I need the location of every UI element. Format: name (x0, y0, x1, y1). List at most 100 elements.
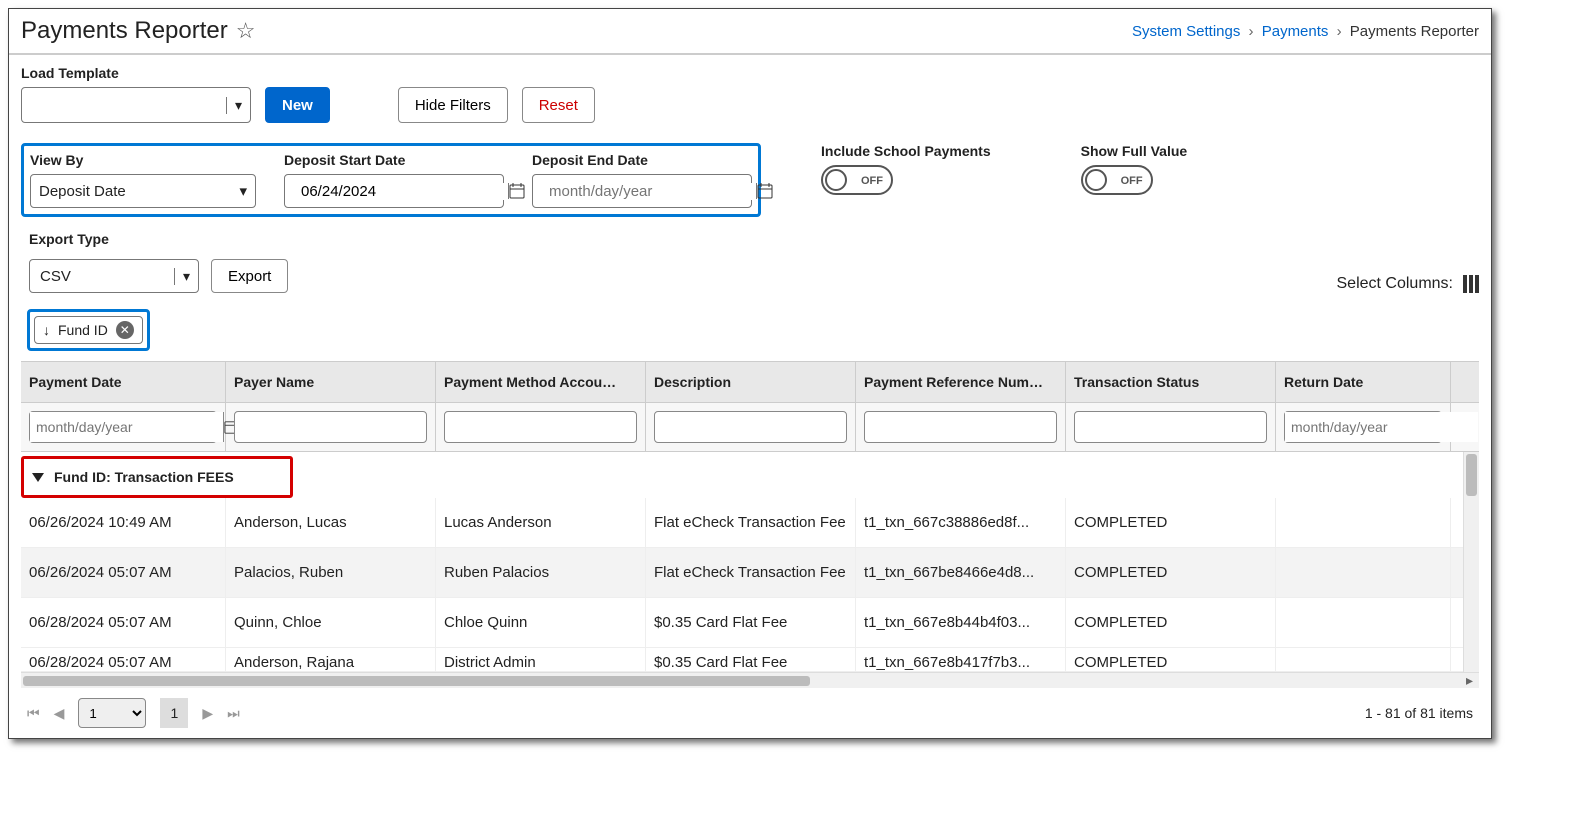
scroll-right-icon[interactable]: ▸ (1460, 672, 1479, 689)
view-by-value: Deposit Date (39, 183, 126, 200)
col-payer-name[interactable]: Payer Name (226, 362, 436, 402)
group-chip-label: Fund ID (58, 322, 108, 338)
filter-transaction-status[interactable] (1074, 411, 1267, 443)
deposit-end-date-input[interactable] (532, 174, 752, 208)
table-cell: District Admin (436, 648, 646, 671)
vertical-scrollbar[interactable] (1463, 452, 1479, 672)
filter-payer-name[interactable] (234, 411, 427, 443)
breadcrumb-payments[interactable]: Payments (1262, 23, 1329, 40)
export-button[interactable]: Export (211, 259, 288, 293)
table-row[interactable]: 06/28/2024 05:07 AMAnderson, RajanaDistr… (21, 648, 1479, 672)
filter-payment-date-input[interactable] (30, 412, 223, 442)
grid-filter-row (21, 403, 1479, 452)
columns-icon[interactable] (1463, 275, 1479, 293)
pager-next-icon[interactable]: ▶ (202, 705, 213, 722)
col-payment-reference-number[interactable]: Payment Reference Num… (856, 362, 1066, 402)
calendar-icon[interactable] (756, 183, 773, 199)
export-type-select[interactable]: CSV ▾ (29, 259, 199, 293)
show-full-value-label: Show Full Value (1081, 143, 1188, 159)
select-columns-label: Select Columns: (1337, 275, 1454, 293)
caret-down-icon: ▾ (174, 268, 198, 285)
deposit-start-date-value[interactable] (293, 183, 508, 200)
caret-down-icon: ▾ (226, 97, 250, 114)
view-by-select[interactable]: Deposit Date ▾ (30, 174, 256, 208)
table-row[interactable]: 06/28/2024 05:07 AMQuinn, ChloeChloe Qui… (21, 598, 1479, 648)
filter-payment-method-account[interactable] (444, 411, 637, 443)
toggle-value: OFF (861, 175, 883, 187)
date-filter-highlight: View By Deposit Date ▾ Deposit Start Dat… (21, 143, 761, 217)
show-full-value-toggle[interactable]: OFF (1081, 165, 1153, 195)
table-cell: 06/28/2024 05:07 AM (21, 598, 226, 647)
breadcrumb-current: Payments Reporter (1350, 23, 1479, 40)
col-transaction-status[interactable]: Transaction Status (1066, 362, 1276, 402)
pager-page-select[interactable]: 1 (78, 698, 146, 728)
sort-down-icon: ↓ (43, 322, 50, 338)
table-cell (1276, 548, 1451, 597)
table-cell: Quinn, Chloe (226, 598, 436, 647)
table-cell (1276, 498, 1451, 547)
group-header-row[interactable]: Fund ID: Transaction FEES (21, 456, 293, 498)
include-school-label: Include School Payments (821, 143, 991, 159)
table-cell: Chloe Quinn (436, 598, 646, 647)
hide-filters-button[interactable]: Hide Filters (398, 87, 508, 123)
table-cell: t1_txn_667be8466e4d8... (856, 548, 1066, 597)
table-cell: 06/28/2024 05:07 AM (21, 648, 226, 671)
filter-description[interactable] (654, 411, 847, 443)
table-cell: $0.35 Card Flat Fee (646, 648, 856, 671)
deposit-end-label: Deposit End Date (532, 152, 752, 168)
table-cell: $0.35 Card Flat Fee (646, 598, 856, 647)
collapse-icon[interactable] (32, 473, 44, 482)
table-cell: Palacios, Ruben (226, 548, 436, 597)
breadcrumb-system-settings[interactable]: System Settings (1132, 23, 1240, 40)
table-cell: Ruben Palacios (436, 548, 646, 597)
filter-return-date[interactable] (1284, 411, 1442, 443)
col-payment-date[interactable]: Payment Date (21, 362, 226, 402)
load-template-label: Load Template (21, 65, 1479, 81)
toggle-value: OFF (1121, 175, 1143, 187)
caret-down-icon: ▾ (239, 182, 247, 200)
table-cell: COMPLETED (1066, 598, 1276, 647)
pager-last-icon[interactable]: ⏭ (227, 705, 240, 722)
table-cell: t1_txn_667e8b417f7b3... (856, 648, 1066, 671)
filter-payment-date[interactable] (29, 411, 217, 443)
table-cell: 06/26/2024 10:49 AM (21, 498, 226, 547)
chevron-right-icon: › (1337, 23, 1342, 40)
col-payment-method-account[interactable]: Payment Method Accou… (436, 362, 646, 402)
table-cell: COMPLETED (1066, 548, 1276, 597)
new-button[interactable]: New (265, 87, 330, 123)
group-chip-highlight: ↓ Fund ID ✕ (27, 309, 150, 351)
group-header-label: Fund ID: Transaction FEES (54, 469, 234, 485)
favorite-star-icon[interactable]: ☆ (236, 18, 256, 44)
filter-payment-reference[interactable] (864, 411, 1057, 443)
table-row[interactable]: 06/26/2024 05:07 AMPalacios, RubenRuben … (21, 548, 1479, 598)
page-title: Payments Reporter (21, 17, 228, 45)
deposit-start-label: Deposit Start Date (284, 152, 504, 168)
include-school-toggle[interactable]: OFF (821, 165, 893, 195)
pager-first-icon[interactable]: ⏮ (27, 705, 40, 722)
table-cell: t1_txn_667e8b44b4f03... (856, 598, 1066, 647)
pager-prev-icon[interactable]: ◀ (54, 705, 65, 722)
table-cell: COMPLETED (1066, 498, 1276, 547)
export-type-value: CSV (30, 268, 174, 285)
table-cell (1276, 598, 1451, 647)
horizontal-scrollbar[interactable]: ▸ (21, 672, 1479, 688)
table-cell: Flat eCheck Transaction Fee (646, 498, 856, 547)
deposit-start-date-input[interactable] (284, 174, 504, 208)
remove-chip-icon[interactable]: ✕ (116, 321, 134, 339)
filter-return-date-input[interactable] (1285, 412, 1478, 442)
calendar-icon[interactable] (508, 183, 525, 199)
deposit-end-date-value[interactable] (541, 183, 756, 200)
reset-button[interactable]: Reset (522, 87, 595, 123)
table-cell: Anderson, Lucas (226, 498, 436, 547)
chevron-right-icon: › (1249, 23, 1254, 40)
table-cell: 06/26/2024 05:07 AM (21, 548, 226, 597)
table-cell: t1_txn_667c38886ed8f... (856, 498, 1066, 547)
table-row[interactable]: 06/26/2024 10:49 AMAnderson, LucasLucas … (21, 498, 1479, 548)
group-by-chip[interactable]: ↓ Fund ID ✕ (34, 316, 143, 344)
col-return-date[interactable]: Return Date (1276, 362, 1451, 402)
table-cell: COMPLETED (1066, 648, 1276, 671)
col-description[interactable]: Description (646, 362, 856, 402)
load-template-select[interactable]: ▾ (21, 87, 251, 123)
pager-summary: 1 - 81 of 81 items (1365, 705, 1473, 721)
table-cell: Lucas Anderson (436, 498, 646, 547)
